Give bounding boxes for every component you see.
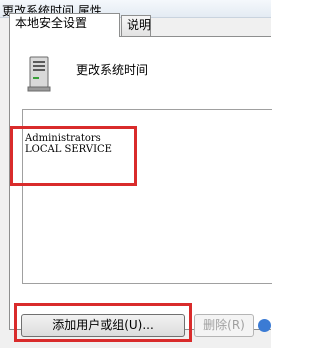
tab-local-security-setting[interactable]: 本地安全设置 — [9, 13, 120, 37]
remove-button[interactable]: 删除(R) — [194, 314, 254, 337]
list-item[interactable]: Administrators — [23, 133, 112, 144]
policy-name: 更改系统时间 — [76, 63, 149, 77]
server-computer-icon — [24, 55, 56, 93]
tab-explain[interactable]: 说明 — [121, 15, 151, 36]
add-user-or-group-button[interactable]: 添加用户或组(U)... — [21, 314, 185, 337]
list-item[interactable]: LOCAL SERVICE — [23, 144, 112, 155]
edge-icon — [258, 319, 271, 332]
tab-panel: 更改系统时间 Administrators LOCAL SERVICE — [9, 36, 272, 330]
members-listbox[interactable]: Administrators LOCAL SERVICE — [22, 109, 272, 284]
